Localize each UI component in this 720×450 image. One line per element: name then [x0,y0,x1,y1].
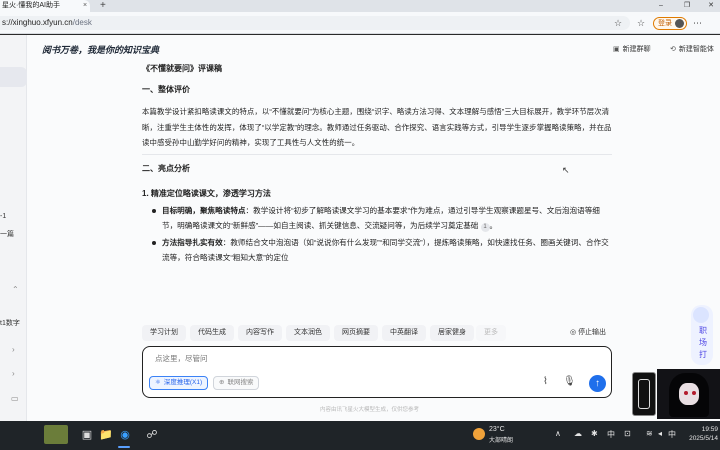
sidebar-active-item[interactable] [0,67,27,87]
paperclip-icon[interactable]: ⌇ [543,376,548,387]
bullet-2-text: ：教师结合文中泡泡语（如“说说你有什么发现”“和同学交流”），提炼略读策略，如快… [162,237,609,263]
section-heading-2: 二、亮点分析 [142,163,190,173]
chip-code-gen[interactable]: 代码生成 [190,325,234,341]
mascot-icon [693,307,709,323]
weather-temp: 23°C [489,426,505,433]
page-title: 阅书万卷，我是你的知识宝典 [42,45,160,55]
divider [142,153,612,155]
tab-title: 星火·懂我的AI助手 [2,2,60,9]
clock-date: 2025/5/14 [689,435,718,442]
file-explorer-icon[interactable]: 📁 [99,428,113,442]
browser-tab[interactable]: 星火·懂我的AI助手 × [0,0,90,12]
star-icon[interactable]: ☆ [614,17,622,29]
sub-heading-1: 1. 精准定位略读课文，渗透学习方法 [142,188,271,198]
list-item: 目标明确，聚焦略读特点：教学设计将“初步了解略读课文学习的基本要求”作为难点，通… [142,203,612,233]
ime-indicator[interactable]: 中 [607,429,615,440]
bullet-1-head: 目标明确，聚焦略读特点 [162,205,246,215]
browser-tab-bar: 星火·懂我的AI助手 × + – ❐ ✕ [0,0,720,12]
login-label: 登录 [658,20,672,27]
sidebar-fragment-2[interactable]: 一篇 [0,229,14,239]
url-host: s://xinghuo.xfyun.cn [2,18,73,27]
deep-reasoning-toggle[interactable]: ⚛ 深度推理(X1) [149,376,209,390]
new-tab-icon[interactable]: + [100,0,106,12]
tab-close-icon[interactable]: × [83,0,87,12]
stop-label: 停止输出 [578,329,607,336]
web-search-toggle[interactable]: ⊕ 联网搜索 [213,376,260,390]
wifi-icon[interactable]: ≋ [646,429,653,438]
chip-more[interactable]: 更多 [476,325,506,341]
favorites-icon[interactable]: ☆ [637,17,645,29]
minimize-icon[interactable]: – [654,0,668,12]
bluetooth-icon[interactable]: ✱ [591,429,598,438]
chat-input-box: ⚛深度推理(X1) ⊕联网搜索 ⌇ 🎙 ↑ [142,346,612,398]
quick-chips: 学习计划 代码生成 内容写作 文本润色 网页摘要 中英翻译 居家健身 更多 [142,325,612,341]
stop-output-button[interactable]: ◎ 停止输出 [570,326,606,340]
panel-toggle-icon[interactable]: ▭ [11,394,19,403]
chat-input[interactable] [155,354,575,363]
doc-title: 《不懂就要问》评课稿 [142,64,222,73]
paragraph-overall: 本篇教学设计紧扣略读课文的特点，以“不懂就要问”为核心主题，围绕“识字、略读方法… [142,107,612,147]
app-main: -1 一篇 ⌃ t1数字 › › ▭ 阅书万卷，我是你的知识宝典 ▣ 新建群聊 ⟲… [0,35,720,421]
chevron-up-icon[interactable]: ⌃ [12,285,19,294]
maximize-icon[interactable]: ❐ [680,0,694,12]
chip-polish[interactable]: 文本润色 [286,325,330,341]
taskbar-app-thumbnail[interactable] [44,425,68,444]
citation-badge[interactable]: 1 [480,222,490,232]
window-close-icon[interactable]: ✕ [704,0,718,12]
edge-browser-icon[interactable]: ◉ [118,428,132,442]
new-agent-label: 新建智能体 [678,46,714,53]
chip-translate[interactable]: 中英翻译 [382,325,426,341]
chip-study-plan[interactable]: 学习计划 [142,325,186,341]
active-app-indicator [118,446,130,448]
chip-summary[interactable]: 网页摘要 [334,325,378,341]
clock-time: 19:59 [701,426,718,433]
login-button[interactable]: 登录 [653,17,687,30]
list-item: 方法指导扎实有效：教师结合文中泡泡语（如“说说你有什么发现”“和同学交流”），提… [142,235,612,265]
disclaimer: 内容由讯飞星火大模型生成，仅供您参考 [320,407,420,413]
chevron-up-icon[interactable]: ∧ [555,429,561,438]
new-group-label: 新建群聊 [622,46,651,53]
app-tray-icon[interactable]: ⊡ [624,429,631,438]
section-heading-1: 一、整体评价 [142,85,190,94]
app-icon[interactable]: ☍ [145,428,159,442]
task-view-icon[interactable]: ▣ [80,428,94,442]
sun-icon [473,428,485,440]
stop-icon: ◎ [570,329,577,336]
clock[interactable]: 19:59 2025/5/14 [680,425,718,443]
new-group-button[interactable]: ▣ 新建群聊 [613,44,651,54]
sidebar: -1 一篇 ⌃ t1数字 › › ▭ [0,35,27,421]
microphone-icon[interactable]: 🎙 [563,376,576,387]
chip-writing[interactable]: 内容写作 [238,325,282,341]
sidebar-fragment-3[interactable]: t1数字 [0,318,20,328]
chip-fitness[interactable]: 居家健身 [430,325,474,341]
bullet-2-head: 方法指导扎实有效 [162,237,223,247]
group-chat-icon: ▣ [613,46,620,53]
ime-indicator-2[interactable]: 中 [668,429,676,440]
answer-content: 《不懂就要问》评课稿 一、整体评价 本篇教学设计紧扣略读课文的特点，以“不懂就要… [142,61,612,265]
sidebar-fragment-1[interactable]: -1 [0,213,6,220]
bullet-1-end: 。 [489,220,498,230]
more-menu-icon[interactable]: ⋯ [693,17,702,29]
url-field[interactable]: s://xinghuo.xfyun.cn/desk [0,16,630,30]
weather-desc: 大部晴朗 [489,438,514,444]
web-search-label: 联网搜索 [227,379,254,386]
mouse-cursor-icon: ↖ [562,165,570,175]
volume-icon[interactable]: ◂ [658,429,662,438]
agent-icon: ⟲ [670,46,676,53]
chevron-right-icon[interactable]: › [12,345,15,354]
mascot-label: 职场打 [699,326,707,359]
phone-overlay [632,372,656,416]
send-button[interactable]: ↑ [589,375,606,392]
address-bar: s://xinghuo.xfyun.cn/desk ☆ ☆ 登录 ⋯ [0,12,720,34]
avatar-icon [675,19,684,28]
chevron-right-icon-2[interactable]: › [12,369,15,378]
cloud-icon[interactable]: ☁ [574,429,582,438]
deep-reasoning-label: 深度推理(X1) [163,379,203,386]
anime-girl-overlay [657,369,720,419]
url-path: /desk [72,18,92,27]
atom-icon: ⚛ [155,379,161,386]
globe-icon: ⊕ [219,379,225,386]
new-agent-button[interactable]: ⟲ 新建智能体 [670,44,714,54]
